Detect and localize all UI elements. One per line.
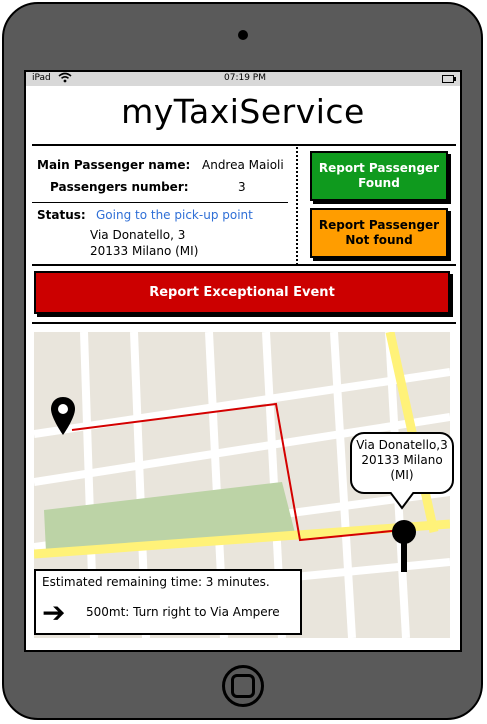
navigation-panel: Estimated remaining time: 3 minutes. ➔ 5… (34, 569, 302, 635)
clock: 07:19 PM (224, 73, 266, 83)
navigation-instruction: 500mt: Turn right to Via Ampere (86, 605, 280, 619)
address-line-1: Via Donatello, 3 (90, 228, 186, 242)
main-passenger-label: Main Passenger name: (37, 158, 191, 172)
report-passenger-not-found-button[interactable]: Report Passenger Not found (310, 208, 448, 258)
home-button-icon (231, 674, 255, 698)
callout-line-2: 20133 Milano (361, 453, 443, 467)
destination-callout: Via Donatello,3 20133 Milano (MI) (350, 432, 454, 510)
wifi-icon (58, 72, 72, 86)
divider (32, 144, 456, 146)
main-passenger-value: Andrea Maioli (202, 158, 284, 172)
status-label: Status: (37, 208, 86, 222)
callout-line-1: Via Donatello,3 (356, 438, 448, 452)
button-label-line-2: Found (358, 176, 400, 190)
arrow-right-icon: ➔ (42, 596, 66, 629)
battery-icon (442, 75, 456, 83)
estimated-time: Estimated remaining time: 3 minutes. (42, 575, 270, 589)
report-passenger-found-button[interactable]: Report Passenger Found (310, 151, 448, 201)
app-title: myTaxiService (121, 92, 365, 131)
status-value: Going to the pick-up point (96, 208, 253, 222)
screen: iPad 07:19 PM myTaxiService Main Passeng… (24, 70, 462, 652)
camera (238, 30, 248, 40)
passengers-number-label: Passengers number: (50, 180, 189, 194)
button-label-line-2: Not found (345, 233, 413, 247)
callout-line-3: (MI) (390, 468, 414, 482)
start-location-pin-icon[interactable] (50, 396, 76, 440)
passengers-number-value: 3 (238, 180, 246, 194)
address-line-2: 20133 Milano (MI) (90, 244, 199, 258)
callout-tail (390, 492, 414, 510)
vertical-divider (296, 147, 298, 265)
button-label: Report Exceptional Event (149, 285, 335, 300)
destination-pin-icon[interactable] (390, 518, 418, 578)
report-exceptional-event-button[interactable]: Report Exceptional Event (34, 271, 450, 314)
device-name: iPad (32, 73, 51, 83)
button-label-line-1: Report Passenger (318, 161, 440, 175)
status-bar: iPad 07:19 PM (26, 72, 460, 86)
divider (32, 202, 288, 203)
divider (32, 322, 456, 324)
divider (32, 264, 456, 266)
button-label-line-1: Report Passenger (318, 218, 440, 232)
